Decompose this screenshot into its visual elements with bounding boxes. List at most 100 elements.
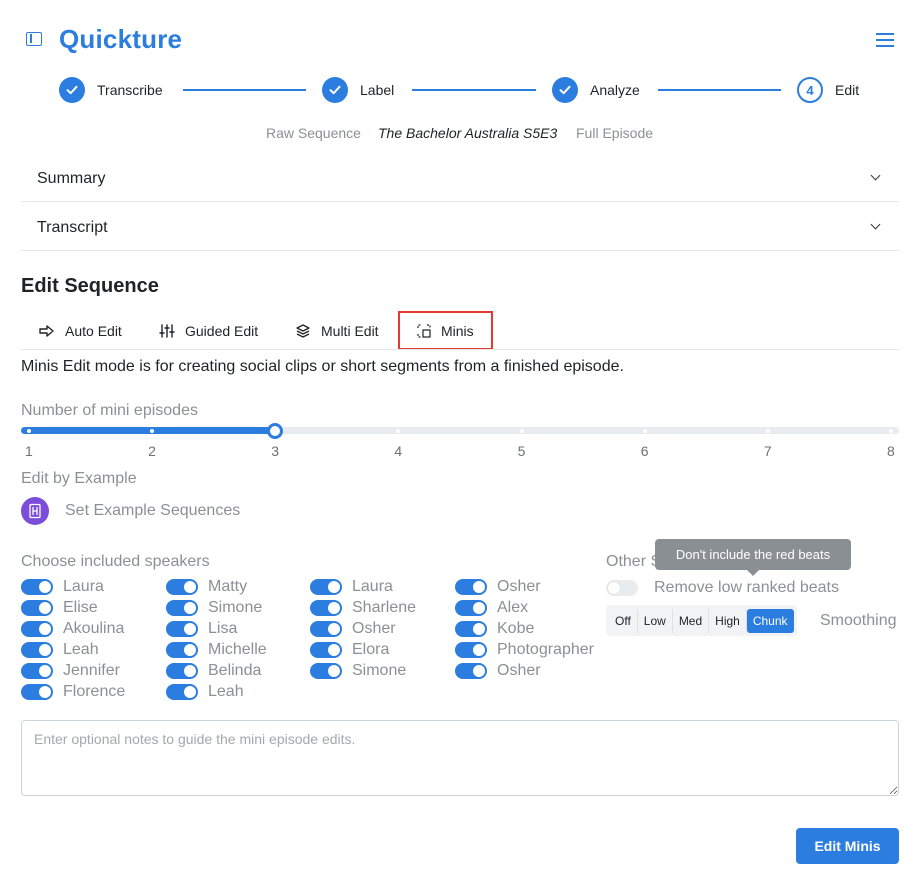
speaker-toggle-row[interactable]: Simone <box>166 598 262 618</box>
tab-guided-edit[interactable]: Guided Edit <box>159 314 258 348</box>
speaker-toggle-row[interactable]: Leah <box>21 640 99 660</box>
speaker-toggle[interactable] <box>166 642 198 658</box>
tabs-divider <box>21 349 899 350</box>
speaker-toggle-row[interactable]: Sharlene <box>310 598 416 618</box>
slider-tick-label: 1 <box>25 443 33 459</box>
remove-low-ranked-row[interactable]: Remove low ranked beats <box>606 578 839 598</box>
speaker-toggle[interactable] <box>455 663 487 679</box>
remove-low-ranked-toggle[interactable] <box>606 580 638 596</box>
speaker-toggle[interactable] <box>166 579 198 595</box>
speaker-toggle[interactable] <box>21 663 53 679</box>
arrow-right-icon <box>39 325 54 337</box>
speaker-toggle[interactable] <box>455 600 487 616</box>
layers-icon <box>296 324 310 338</box>
speaker-toggle[interactable] <box>21 621 53 637</box>
speaker-name: Osher <box>497 662 541 679</box>
slider-tick-label: 7 <box>763 443 772 459</box>
example-sequences-icon[interactable] <box>21 497 49 525</box>
step-edit-number: 4 <box>797 77 823 103</box>
speaker-toggle[interactable] <box>455 579 487 595</box>
speaker-toggle[interactable] <box>21 642 53 658</box>
smoothing-off-button[interactable]: Off <box>609 608 638 633</box>
speaker-toggle[interactable] <box>166 600 198 616</box>
speaker-toggle-row[interactable]: Florence <box>21 682 125 702</box>
slider-tick-label: 2 <box>148 443 156 459</box>
slider-tick-label: 5 <box>517 443 526 459</box>
slider-tick <box>889 429 893 433</box>
speaker-toggle-row[interactable]: Osher <box>455 661 541 681</box>
speaker-toggle-row[interactable]: Alex <box>455 598 528 618</box>
speaker-toggle[interactable] <box>21 684 53 700</box>
mini-notes-input[interactable] <box>21 720 899 796</box>
smoothing-low-button[interactable]: Low <box>638 608 673 633</box>
speaker-name: Alex <box>497 599 529 616</box>
chevron-down-icon <box>870 170 881 181</box>
speaker-toggle-row[interactable]: Matty <box>166 577 247 597</box>
speaker-toggle-row[interactable]: Lisa <box>166 619 237 639</box>
speaker-toggle-row[interactable]: Elora <box>310 640 389 660</box>
summary-accordion[interactable]: Summary <box>21 153 899 202</box>
speaker-toggle[interactable] <box>166 684 198 700</box>
speaker-toggle-row[interactable]: Simone <box>310 661 406 681</box>
mini-episodes-slider-fill <box>21 427 276 434</box>
smoothing-high-button[interactable]: High <box>709 608 747 633</box>
speaker-toggle-row[interactable]: Osher <box>455 577 541 597</box>
speaker-toggle-row[interactable]: Belinda <box>166 661 261 681</box>
speaker-toggle[interactable] <box>310 579 342 595</box>
speaker-name: Photographer <box>497 641 594 658</box>
speaker-toggle-row[interactable]: Jennifer <box>21 661 120 681</box>
speaker-name: Leah <box>208 683 244 700</box>
speaker-name: Simone <box>208 599 263 616</box>
speaker-toggle[interactable] <box>21 600 53 616</box>
transcript-accordion[interactable]: Transcript <box>21 202 899 251</box>
speaker-toggle-row[interactable]: Kobe <box>455 619 534 639</box>
speaker-toggle-row[interactable]: Akoulina <box>21 619 124 639</box>
tab-auto-edit[interactable]: Auto Edit <box>39 314 122 348</box>
sequence-type: Raw Sequence <box>266 125 361 141</box>
speaker-toggle-row[interactable]: Michelle <box>166 640 267 660</box>
slider-tick-label: 8 <box>887 443 895 459</box>
speaker-toggle-row[interactable]: Elise <box>21 598 98 618</box>
speaker-toggle[interactable] <box>310 642 342 658</box>
speaker-name: Osher <box>352 620 396 637</box>
smoothing-chunk-button[interactable]: Chunk <box>746 608 794 633</box>
speaker-toggle[interactable] <box>455 642 487 658</box>
tab-multi-edit-label: Multi Edit <box>321 323 379 339</box>
speaker-toggle-row[interactable]: Laura <box>310 577 393 597</box>
speaker-toggle-row[interactable]: Laura <box>21 577 104 597</box>
speaker-toggle[interactable] <box>166 663 198 679</box>
other-settings-label: Other S <box>606 553 662 570</box>
slider-tick <box>27 429 31 433</box>
speaker-toggle-row[interactable]: Osher <box>310 619 396 639</box>
smoothing-segmented-control: Off Low Med High Chunk <box>606 605 797 636</box>
sliders-icon <box>159 324 175 338</box>
hamburger-menu-icon[interactable] <box>876 33 894 47</box>
speaker-toggle[interactable] <box>21 579 53 595</box>
edit-minis-button[interactable]: Edit Minis <box>796 828 899 864</box>
sequence-name: The Bachelor Australia S5E3 <box>378 125 558 141</box>
tab-multi-edit[interactable]: Multi Edit <box>295 314 379 348</box>
speaker-name: Sharlene <box>352 599 417 616</box>
step-transcribe-label: Transcribe <box>97 82 163 98</box>
speaker-toggle[interactable] <box>455 621 487 637</box>
mini-episodes-label: Number of mini episodes <box>21 402 198 419</box>
speaker-toggle[interactable] <box>166 621 198 637</box>
speaker-name: Jennifer <box>63 662 120 679</box>
slider-tick <box>765 429 770 433</box>
minis-description: Minis Edit mode is for creating social c… <box>21 358 624 375</box>
set-example-sequences-button[interactable]: Set Example Sequences <box>65 502 240 520</box>
slider-tick-label: 3 <box>271 443 280 459</box>
speaker-name: Laura <box>63 578 104 595</box>
speaker-name: Florence <box>63 683 126 700</box>
speaker-toggle-row[interactable]: Leah <box>166 682 244 702</box>
summary-accordion-label: Summary <box>37 170 106 187</box>
speaker-toggle-row[interactable]: Photographer <box>455 640 594 660</box>
speaker-toggle[interactable] <box>310 600 342 616</box>
smoothing-label: Smoothing <box>820 612 897 629</box>
speaker-toggle[interactable] <box>310 621 342 637</box>
tab-guided-edit-label: Guided Edit <box>185 323 259 339</box>
sidebar-toggle-icon[interactable] <box>26 32 42 46</box>
speaker-toggle[interactable] <box>310 663 342 679</box>
mini-episodes-slider-thumb[interactable] <box>267 423 284 439</box>
smoothing-med-button[interactable]: Med <box>673 608 710 633</box>
